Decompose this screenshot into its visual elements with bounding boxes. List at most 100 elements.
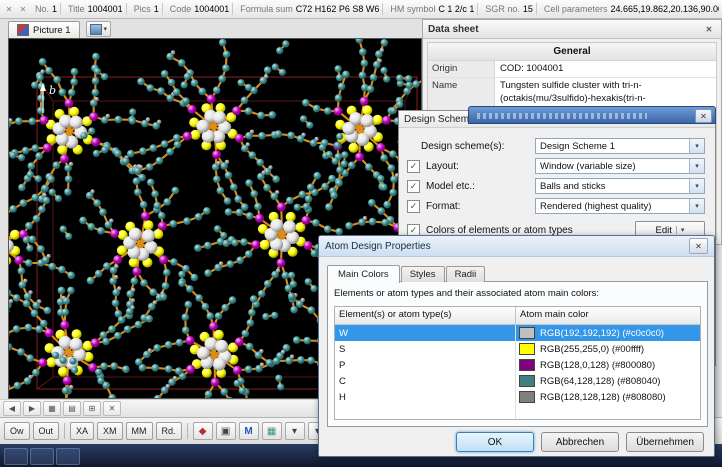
- atom-color-text: RGB(192,192,192) (#c0c0c0): [540, 327, 665, 339]
- design-option-combo[interactable]: Rendered (highest quality) ▾: [535, 198, 705, 214]
- separator: [161, 3, 163, 15]
- column-header-color[interactable]: Atom main color: [516, 307, 700, 324]
- dialog-title: Atom Design Properties: [325, 240, 431, 252]
- design-scheme-combo[interactable]: Design Scheme 1 ▾: [535, 138, 705, 154]
- dropdown-icon[interactable]: ▾: [284, 422, 305, 440]
- data-sheet-row-label: Origin: [428, 61, 495, 78]
- tool-ow-button[interactable]: Ow: [4, 422, 30, 440]
- color-swatch: [519, 359, 535, 371]
- atom-design-properties-dialog: Atom Design Properties ✕ Main Colors Styl…: [318, 235, 715, 457]
- next-picture-icon[interactable]: ▶: [23, 401, 41, 416]
- m-mode-icon[interactable]: M: [238, 422, 259, 440]
- main-colors-tab-panel: Elements or atom types and their associa…: [327, 281, 708, 427]
- atom-color-row[interactable]: P RGB(128,0,128) (#800080): [335, 357, 700, 373]
- chevron-down-icon: ▾: [689, 179, 704, 193]
- checkbox[interactable]: ✓: [407, 179, 420, 193]
- atom-color-table: Element(s) or atom type(s) Atom main col…: [334, 306, 701, 420]
- button-uebernehmen[interactable]: Übernehmen: [626, 432, 704, 452]
- property-value: 15: [522, 4, 533, 14]
- design-option-label: Model etc.:: [426, 180, 475, 192]
- atom-color-row[interactable]: C RGB(64,128,128) (#808040): [335, 373, 700, 389]
- atom-color-cell: RGB(128,0,128) (#800080): [516, 357, 700, 373]
- property-value: C 1 2/c 1: [438, 4, 475, 14]
- palette-icon[interactable]: ▦: [261, 422, 282, 440]
- atom-color-text: RGB(128,128,128) (#808080): [540, 391, 666, 403]
- cross-icon[interactable]: ✕: [3, 3, 15, 16]
- tab-styles[interactable]: Styles: [400, 266, 445, 282]
- dialog-tabs: Main Colors Styles Radii: [327, 264, 486, 283]
- close-picture-icon[interactable]: ✕: [103, 401, 121, 416]
- dialog-titlebar[interactable]: Atom Design Properties ✕: [319, 236, 714, 257]
- data-sheet-section-header: General: [428, 43, 716, 61]
- empty-row: [335, 405, 700, 419]
- thumbnail-icon: [89, 23, 102, 35]
- atom-element-cell: W: [335, 325, 516, 341]
- button-ok[interactable]: OK: [456, 432, 534, 452]
- combo-value: Balls and sticks: [540, 180, 606, 192]
- tab-picture-1[interactable]: Picture 1: [8, 21, 80, 38]
- new-picture-icon[interactable]: ⊞: [83, 401, 101, 416]
- design-option-combo[interactable]: Balls and sticks ▾: [535, 178, 705, 194]
- property-value: 24.665,19.862,20.136,90.00,103.32,90.00: [610, 4, 719, 14]
- color-swatch: [519, 391, 535, 403]
- taskbar-item[interactable]: [4, 448, 28, 465]
- tool-xa-button[interactable]: XA: [70, 422, 95, 440]
- property-value: C72 H162 P6 S8 W6: [295, 4, 380, 14]
- design-option-label: Layout:: [426, 160, 459, 172]
- dialog-description: Elements or atom types and their associa…: [334, 288, 600, 299]
- picture-tab-strip: Picture 1 ▾: [8, 19, 422, 38]
- separator: [382, 3, 384, 15]
- prev-picture-icon[interactable]: ◀: [3, 401, 21, 416]
- property-label: HM symbol: [390, 4, 436, 14]
- atom-color-row[interactable]: H RGB(128,128,128) (#808080): [335, 389, 700, 405]
- design-option-row: ✓ Layout: Window (variable size) ▾: [399, 156, 715, 176]
- close-icon[interactable]: ✕: [689, 238, 708, 254]
- table-header-row: Element(s) or atom type(s) Atom main col…: [335, 307, 700, 325]
- property-label: Formula sum: [240, 4, 293, 14]
- tab-radii[interactable]: Radii: [445, 266, 486, 282]
- scheme-icon[interactable]: ▣: [215, 422, 236, 440]
- taskbar-item[interactable]: [30, 448, 54, 465]
- button-abbrechen[interactable]: Abbrechen: [541, 432, 619, 452]
- tool-xm-button[interactable]: XM: [97, 422, 123, 440]
- tool-mm-button[interactable]: MM: [125, 422, 153, 440]
- property-label: Pics: [133, 4, 151, 14]
- design-option-combo[interactable]: Window (variable size) ▾: [535, 158, 705, 174]
- property-value: 1004001: [194, 4, 230, 14]
- tile-view-icon[interactable]: ▦: [43, 401, 61, 416]
- picture-icon: [17, 24, 29, 36]
- atom-color-text: RGB(255,255,0) (#00ffff): [540, 343, 645, 355]
- atom-color-row[interactable]: S RGB(255,255,0) (#00ffff): [335, 341, 700, 357]
- tool-rd-button[interactable]: Rd.: [155, 422, 182, 440]
- axis-label-b: b: [49, 84, 56, 97]
- grid-view-icon[interactable]: ▤: [63, 401, 81, 416]
- cross-icon[interactable]: ✕: [17, 3, 29, 16]
- color-swatch: [519, 375, 535, 387]
- tool-out-button[interactable]: Out: [32, 422, 60, 440]
- property-value: 1: [51, 4, 57, 14]
- checkbox[interactable]: ✓: [407, 159, 420, 173]
- close-icon[interactable]: ✕: [695, 109, 712, 123]
- property-value: 1: [153, 4, 159, 14]
- property-label: Title: [67, 4, 85, 14]
- close-icon[interactable]: ✕: [702, 23, 716, 36]
- separator: [186, 423, 188, 439]
- design-scheme-select-row: Design scheme(s): Design Scheme 1 ▾: [399, 136, 715, 156]
- atom-element-cell: P: [335, 357, 516, 373]
- data-sheet-header: Data sheet ✕: [423, 20, 721, 39]
- checkbox[interactable]: ✓: [407, 199, 420, 213]
- tab-main-colors[interactable]: Main Colors: [327, 265, 400, 283]
- data-sheet-title: Data sheet: [428, 23, 479, 35]
- atom-color-text: RGB(64,128,128) (#808040): [540, 375, 661, 387]
- color-swatch: [519, 343, 535, 355]
- empty-cell: [335, 405, 516, 419]
- picture-layout-dropdown[interactable]: ▾: [85, 21, 112, 37]
- combo-value: Design Scheme 1: [540, 140, 615, 152]
- design-option-label: Format:: [426, 200, 461, 212]
- combo-value: Rendered (highest quality): [540, 200, 652, 212]
- render-icon[interactable]: ◆: [192, 422, 213, 440]
- table-body: W RGB(192,192,192) (#c0c0c0) S RGB(255,255,…: [335, 325, 700, 419]
- atom-color-row[interactable]: W RGB(192,192,192) (#c0c0c0): [335, 325, 700, 341]
- taskbar-item[interactable]: [56, 448, 80, 465]
- column-header-element[interactable]: Element(s) or atom type(s): [335, 307, 516, 324]
